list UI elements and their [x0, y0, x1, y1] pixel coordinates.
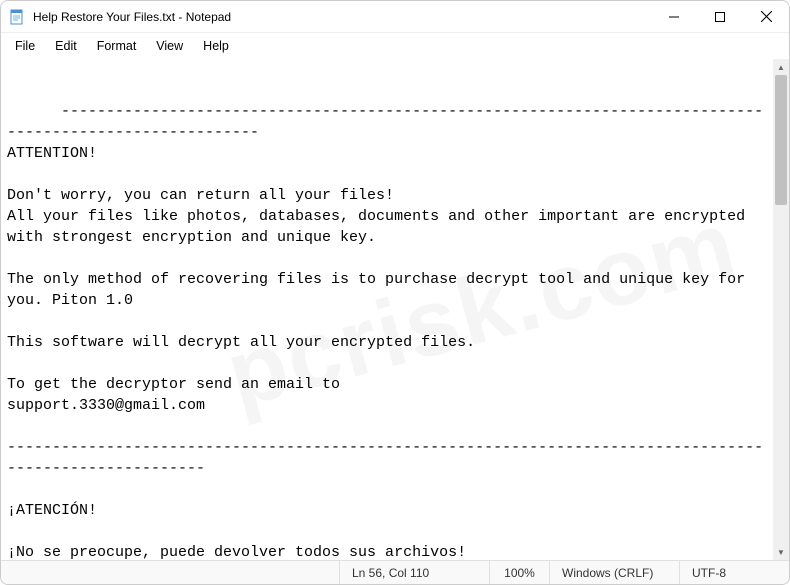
status-encoding: UTF-8 — [679, 561, 789, 584]
menu-view[interactable]: View — [146, 36, 193, 56]
statusbar: Ln 56, Col 110 100% Windows (CRLF) UTF-8 — [1, 560, 789, 584]
text-editor[interactable]: pcrisk.com -----------------------------… — [1, 59, 773, 560]
menubar: File Edit Format View Help — [1, 33, 789, 59]
minimize-button[interactable] — [651, 1, 697, 32]
close-button[interactable] — [743, 1, 789, 32]
menu-format[interactable]: Format — [87, 36, 147, 56]
menu-edit[interactable]: Edit — [45, 36, 87, 56]
scrollbar-thumb[interactable] — [775, 75, 787, 205]
scroll-down-arrow-icon[interactable]: ▼ — [773, 544, 789, 560]
status-line-ending: Windows (CRLF) — [549, 561, 679, 584]
menu-file[interactable]: File — [5, 36, 45, 56]
notepad-icon — [9, 9, 25, 25]
notepad-window: Help Restore Your Files.txt - Notepad Fi… — [0, 0, 790, 585]
document-text: ----------------------------------------… — [7, 103, 763, 560]
content-area: pcrisk.com -----------------------------… — [1, 59, 789, 560]
vertical-scrollbar[interactable]: ▲ ▼ — [773, 59, 789, 560]
window-title: Help Restore Your Files.txt - Notepad — [33, 10, 231, 24]
menu-help[interactable]: Help — [193, 36, 239, 56]
titlebar[interactable]: Help Restore Your Files.txt - Notepad — [1, 1, 789, 33]
window-controls — [651, 1, 789, 32]
maximize-button[interactable] — [697, 1, 743, 32]
status-zoom: 100% — [489, 561, 549, 584]
scroll-up-arrow-icon[interactable]: ▲ — [773, 59, 789, 75]
status-cursor-position: Ln 56, Col 110 — [339, 561, 489, 584]
